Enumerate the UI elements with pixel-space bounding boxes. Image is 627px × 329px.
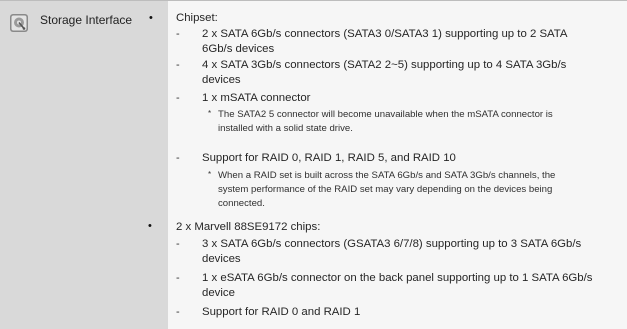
marvell-item-line: Support for RAID 0 and RAID 1 xyxy=(202,306,361,318)
chipset-note-line: installed with a solid state drive. xyxy=(218,123,353,134)
chipset-note-line: connected. xyxy=(218,198,265,209)
chipset-item-line: devices xyxy=(202,74,241,86)
chipset-note-line: The SATA2 5 connector will become unavai… xyxy=(218,109,553,120)
row-label-cell: Storage Interface • xyxy=(0,1,168,329)
row-content-cell: Chipset: - 2 x SATA 6Gb/s connectors (SA… xyxy=(148,1,627,329)
chipset-item-line: Support for RAID 0, RAID 1, RAID 5, and … xyxy=(202,152,456,164)
dash-bullet: - xyxy=(176,59,180,71)
note-marker: * xyxy=(208,109,212,118)
bullet-marvell: • xyxy=(148,220,152,232)
marvell-item-line: 3 x SATA 6Gb/s connectors (GSATA3 6/7/8)… xyxy=(202,238,582,250)
marvell-item-line: 1 x eSATA 6Gb/s connector on the back pa… xyxy=(202,272,593,284)
chipset-heading: Chipset: xyxy=(176,12,218,24)
dash-bullet: - xyxy=(176,306,180,318)
note-marker: * xyxy=(208,170,212,179)
chipset-item-line: 6Gb/s devices xyxy=(202,43,275,55)
chipset-item-line: 2 x SATA 6Gb/s connectors (SATA3 0/SATA3… xyxy=(202,28,568,40)
row-label: Storage Interface xyxy=(40,13,133,27)
dash-bullet: - xyxy=(176,92,180,104)
dash-bullet: - xyxy=(176,238,180,250)
spec-table-row: Storage Interface • Chipset: - 2 x SATA … xyxy=(0,0,627,329)
marvell-item-line: device xyxy=(202,287,235,299)
hard-drive-icon xyxy=(10,14,28,32)
marvell-item-line: devices xyxy=(202,253,241,265)
dash-bullet: - xyxy=(176,272,180,284)
bullet-chipset: • xyxy=(149,12,153,24)
marvell-heading: 2 x Marvell 88SE9172 chips: xyxy=(176,221,321,233)
dash-bullet: - xyxy=(176,28,180,40)
chipset-item-line: 4 x SATA 3Gb/s connectors (SATA2 2~5) su… xyxy=(202,59,567,71)
chipset-note-line: When a RAID set is built across the SATA… xyxy=(218,170,556,181)
dash-bullet: - xyxy=(176,152,180,164)
chipset-note-line: system performance of the RAID set may v… xyxy=(218,184,553,195)
chipset-item-line: 1 x mSATA connector xyxy=(202,92,311,104)
